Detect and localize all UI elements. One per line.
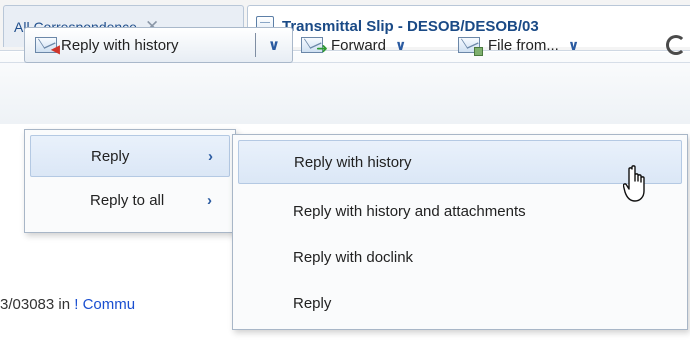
breadcrumb: 3/03083 in ! Commu — [0, 296, 135, 313]
reply-with-history-button[interactable]: ◀ Reply with history — [25, 28, 255, 62]
chevron-down-icon[interactable]: ∨ — [256, 36, 292, 54]
reply-split-button[interactable]: ◀ Reply with history ∨ — [24, 27, 293, 63]
file-from-label: File from... — [488, 36, 559, 54]
chevron-right-icon: › — [208, 147, 213, 165]
submenu-item-reply[interactable]: Reply — [238, 281, 682, 325]
submenu-item-reply-with-history[interactable]: Reply with history — [238, 140, 682, 184]
menu-item-label: Reply with history and attachments — [293, 202, 526, 220]
menu-item-label: Reply with doclink — [293, 248, 414, 266]
forward-mail-icon: ➜ — [301, 37, 328, 56]
chevron-right-icon: › — [207, 191, 212, 209]
refresh-button[interactable] — [666, 27, 686, 63]
menu-item-reply[interactable]: Reply › — [30, 135, 230, 177]
chevron-down-icon[interactable]: ∨ — [568, 37, 579, 54]
communication-link[interactable]: Commu — [78, 296, 136, 313]
file-mail-icon — [458, 37, 483, 56]
menu-item-label: Reply — [293, 294, 332, 312]
hand-cursor-icon — [623, 165, 645, 202]
submenu-item-reply-with-doclink[interactable]: Reply with doclink — [238, 235, 682, 279]
reply-mail-icon: ◀ — [35, 37, 60, 56]
file-from-button[interactable]: File from... ∨ — [458, 27, 579, 63]
reply-dropdown-menu: Reply › Reply to all › — [24, 129, 236, 233]
menu-item-reply-to-all[interactable]: Reply to all › — [30, 179, 230, 221]
menu-item-label: Reply — [91, 147, 130, 165]
menu-item-label: Reply to all — [90, 191, 165, 209]
forward-label: Forward — [331, 36, 387, 54]
menu-item-label: Reply with history — [294, 153, 412, 171]
reply-split-label: Reply with history — [61, 36, 179, 54]
reply-submenu: Reply with history Reply with history an… — [232, 134, 688, 330]
chevron-down-icon[interactable]: ∨ — [395, 37, 406, 54]
submenu-item-reply-with-history-and-attachments[interactable]: Reply with history and attachments — [238, 189, 682, 233]
refresh-icon — [666, 35, 686, 55]
forward-button[interactable]: ➜ Forward ∨ — [301, 27, 406, 63]
document-ref: 3/03083 in — [0, 296, 75, 313]
